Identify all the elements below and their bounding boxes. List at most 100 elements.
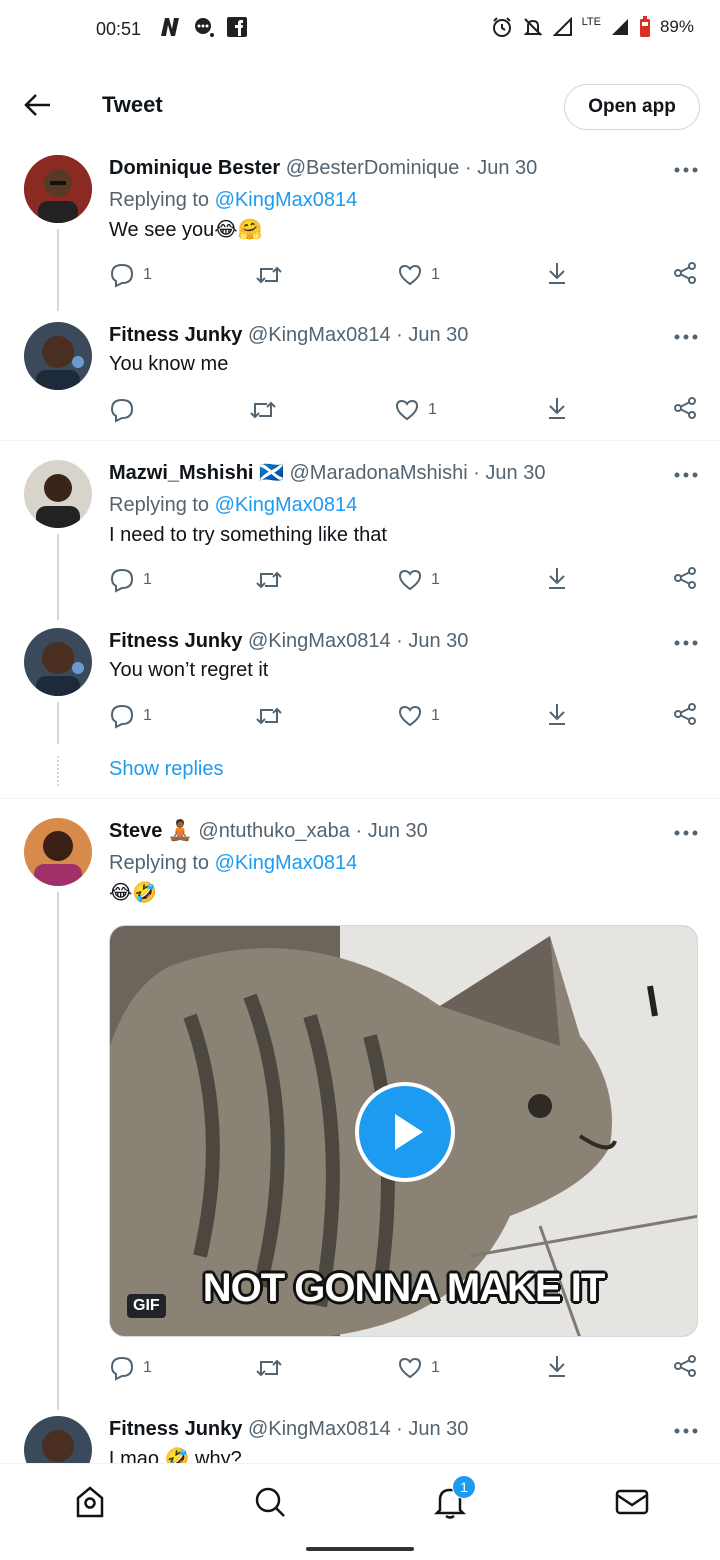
share-icon[interactable] [672, 565, 698, 591]
retweet-button[interactable] [255, 260, 291, 290]
tweet[interactable]: Dominique Bester @BesterDominique · Jun … [0, 155, 720, 311]
thread-line [57, 229, 59, 311]
thread-line [57, 892, 59, 1410]
replying-to-link[interactable]: @KingMax0814 [215, 189, 358, 211]
like-count: 1 [431, 571, 440, 588]
download-icon[interactable] [545, 701, 569, 727]
handle[interactable]: @KingMax0814 [248, 630, 391, 652]
handle[interactable]: @KingMax0814 [248, 1418, 391, 1440]
avatar[interactable] [24, 1416, 92, 1463]
play-button[interactable] [355, 1082, 455, 1182]
timestamp[interactable]: · Jun 30 [465, 157, 537, 179]
tweet-actions: 1 [109, 395, 705, 425]
avatar[interactable] [24, 322, 92, 390]
reply-button[interactable]: 1 [109, 260, 152, 290]
like-button[interactable]: 1 [397, 565, 440, 595]
like-count: 1 [431, 1359, 440, 1376]
reply-count: 1 [143, 1359, 152, 1376]
timestamp[interactable]: · Jun 30 [396, 1418, 468, 1440]
reply-icon [110, 568, 134, 593]
retweet-icon [256, 266, 282, 284]
timestamp[interactable]: · Jun 30 [396, 324, 468, 346]
timestamp[interactable]: · Jun 30 [473, 462, 545, 484]
heart-icon [398, 705, 422, 727]
download-icon[interactable] [545, 1353, 569, 1379]
share-icon[interactable] [672, 260, 698, 286]
handle[interactable]: @KingMax0814 [248, 324, 391, 346]
download-icon[interactable] [545, 260, 569, 286]
like-button[interactable]: 1 [397, 260, 440, 290]
handle[interactable]: @BesterDominique [286, 157, 460, 179]
more-options-icon[interactable] [672, 1426, 700, 1436]
home-indicator[interactable] [306, 1547, 414, 1551]
timestamp[interactable]: · Jun 30 [355, 820, 427, 842]
more-options-icon[interactable] [672, 828, 700, 838]
signal-icon [552, 17, 572, 36]
reply-button[interactable]: 1 [109, 1353, 152, 1383]
download-icon[interactable] [545, 395, 569, 421]
replying-to: Replying to @KingMax0814 [109, 850, 357, 876]
avatar[interactable] [24, 155, 92, 223]
search-icon[interactable] [252, 1484, 288, 1520]
more-options-icon[interactable] [672, 638, 700, 648]
share-icon[interactable] [672, 1353, 698, 1379]
display-name[interactable]: Fitness Junky [109, 324, 242, 346]
retweet-button[interactable] [255, 565, 291, 595]
retweet-button[interactable] [255, 1353, 291, 1383]
handle[interactable]: @MaradonaMshishi [290, 462, 468, 484]
handle[interactable]: @ntuthuko_xaba [198, 820, 350, 842]
more-options-icon[interactable] [672, 470, 700, 480]
status-bar: 00:51 LTE 89% [0, 0, 720, 60]
reply-button[interactable]: 1 [109, 701, 152, 731]
avatar[interactable] [24, 460, 92, 528]
messages-icon[interactable] [614, 1484, 650, 1520]
replying-prefix: Replying to [109, 189, 215, 211]
heart-icon [398, 569, 422, 591]
display-name[interactable]: Fitness Junky [109, 1418, 242, 1440]
status-system-icons: LTE 89% [491, 16, 694, 38]
like-button[interactable]: 1 [394, 395, 437, 425]
signal-icon-2 [611, 19, 628, 35]
display-name[interactable]: Fitness Junky [109, 630, 242, 652]
more-options-icon[interactable] [672, 165, 700, 175]
display-name[interactable]: Dominique Bester [109, 157, 280, 179]
tweet[interactable]: Fitness Junky @KingMax0814 · Jun 30 You … [0, 628, 720, 786]
show-replies-link[interactable]: Show replies [109, 758, 224, 781]
battery-icon [639, 16, 650, 37]
thread-line [57, 702, 59, 744]
retweet-button[interactable] [255, 701, 291, 731]
more-options-icon[interactable] [672, 332, 700, 342]
tweet[interactable]: Mazwi_Mshishi 🏴󠁧󠁢󠁳󠁣󠁴󠁿 @MaradonaMshishi ·… [0, 460, 720, 620]
display-name[interactable]: Steve 🧘🏾 [109, 820, 193, 842]
play-icon [395, 1114, 423, 1150]
alarm-icon [492, 17, 511, 37]
tweet[interactable]: Fitness Junky @KingMax0814 · Jun 30 Lmao… [0, 1416, 720, 1463]
like-count: 1 [431, 707, 440, 724]
back-arrow-icon[interactable] [22, 92, 52, 118]
gif-media[interactable]: NOT GONNA MAKE IT GIF [109, 925, 698, 1337]
display-name[interactable]: Mazwi_Mshishi 🏴󠁧󠁢󠁳󠁣󠁴󠁿 [109, 462, 284, 484]
reply-button[interactable]: 1 [109, 565, 152, 595]
retweet-button[interactable] [249, 395, 285, 425]
replying-to-link[interactable]: @KingMax0814 [215, 852, 358, 874]
replying-to-link[interactable]: @KingMax0814 [215, 494, 358, 516]
avatar[interactable] [24, 628, 92, 696]
heart-icon [398, 264, 422, 286]
open-app-button[interactable]: Open app [564, 84, 700, 130]
share-icon[interactable] [672, 395, 698, 421]
timestamp[interactable]: · Jun 30 [396, 630, 468, 652]
reply-icon [110, 398, 134, 423]
facebook-icon [227, 17, 247, 37]
tweet-header: Fitness Junky @KingMax0814 · Jun 30 [109, 628, 468, 654]
download-icon[interactable] [545, 565, 569, 591]
home-icon[interactable] [72, 1484, 108, 1520]
avatar[interactable] [24, 818, 92, 886]
like-button[interactable]: 1 [397, 701, 440, 731]
reply-count: 1 [143, 571, 152, 588]
reply-button[interactable] [109, 395, 143, 425]
tweet[interactable]: Fitness Junky @KingMax0814 · Jun 30 You … [0, 322, 720, 440]
like-count: 1 [428, 401, 437, 418]
like-button[interactable]: 1 [397, 1353, 440, 1383]
share-icon[interactable] [672, 701, 698, 727]
replying-to: Replying to @KingMax0814 [109, 492, 357, 518]
